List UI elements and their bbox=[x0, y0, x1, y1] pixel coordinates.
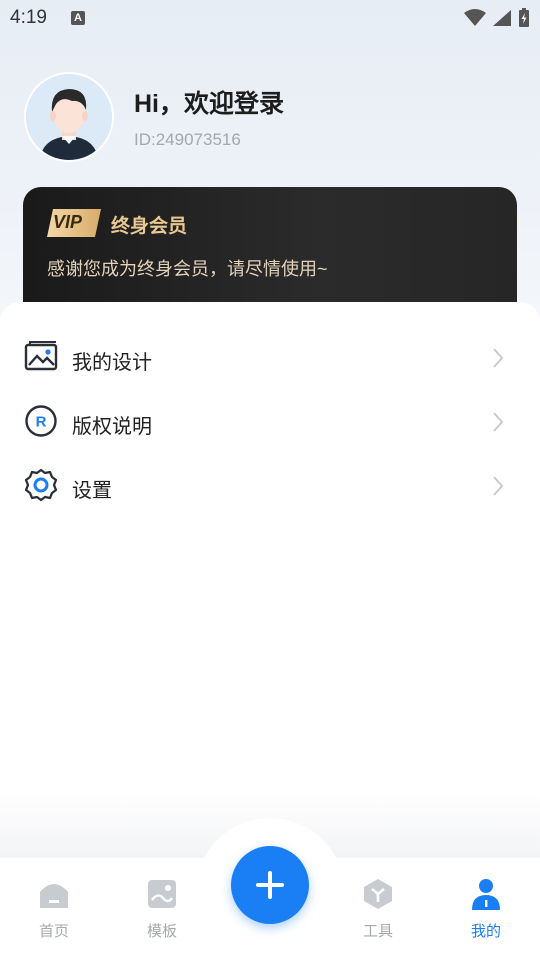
chevron-right-icon bbox=[493, 476, 504, 496]
gear-icon bbox=[24, 468, 58, 502]
svg-text:R: R bbox=[36, 414, 47, 431]
user-id: ID:249073516 bbox=[134, 130, 241, 149]
menu-item-settings[interactable]: 设置 bbox=[0, 454, 540, 518]
registered-r-icon: R bbox=[25, 405, 57, 437]
menu-item-copyright[interactable]: R 版权说明 bbox=[0, 390, 540, 454]
tab-tools[interactable]: 工具 bbox=[324, 858, 432, 960]
menu-item-my-designs[interactable]: 我的设计 bbox=[0, 326, 540, 390]
tab-label: 模板 bbox=[146, 923, 177, 940]
create-button[interactable] bbox=[231, 846, 309, 924]
home-icon bbox=[40, 884, 68, 908]
menu-item-label: 设置 bbox=[72, 480, 112, 502]
notification-a-icon: A bbox=[71, 11, 85, 25]
battery-charging-icon bbox=[519, 8, 529, 27]
template-icon bbox=[148, 880, 176, 908]
vip-title: 终身会员 bbox=[111, 216, 188, 237]
tab-label: 首页 bbox=[38, 923, 69, 940]
status-icons bbox=[464, 8, 530, 28]
user-icon bbox=[472, 879, 500, 910]
vip-badge-text: VIP bbox=[53, 212, 83, 232]
avatar-illustration-icon bbox=[26, 74, 112, 160]
greeting-title[interactable]: Hi，欢迎登录 bbox=[134, 84, 284, 120]
image-gallery-icon bbox=[24, 341, 58, 371]
wifi-icon bbox=[464, 9, 486, 26]
tab-templates[interactable]: 模板 bbox=[108, 858, 216, 960]
status-bar: 4:19 A bbox=[0, 0, 540, 36]
tab-home[interactable]: 首页 bbox=[0, 858, 108, 960]
menu-item-label: 版权说明 bbox=[72, 416, 152, 438]
tab-label: 我的 bbox=[470, 923, 501, 940]
profile-header[interactable]: Hi，欢迎登录 ID:249073516 bbox=[24, 72, 504, 164]
tab-label: 工具 bbox=[362, 923, 393, 940]
status-time: 4:19 bbox=[10, 7, 47, 28]
vip-description: 感谢您成为终身会员，请尽情使用~ bbox=[47, 259, 328, 279]
tab-mine[interactable]: 我的 bbox=[432, 858, 540, 960]
signal-icon bbox=[493, 10, 511, 26]
tools-icon bbox=[364, 879, 392, 909]
avatar[interactable] bbox=[24, 72, 114, 162]
chevron-right-icon bbox=[493, 412, 504, 432]
plus-icon bbox=[256, 871, 284, 899]
chevron-right-icon bbox=[493, 348, 504, 368]
menu-item-label: 我的设计 bbox=[72, 352, 152, 374]
menu-sheet: 我的设计 R 版权说明 设置 bbox=[0, 302, 540, 862]
